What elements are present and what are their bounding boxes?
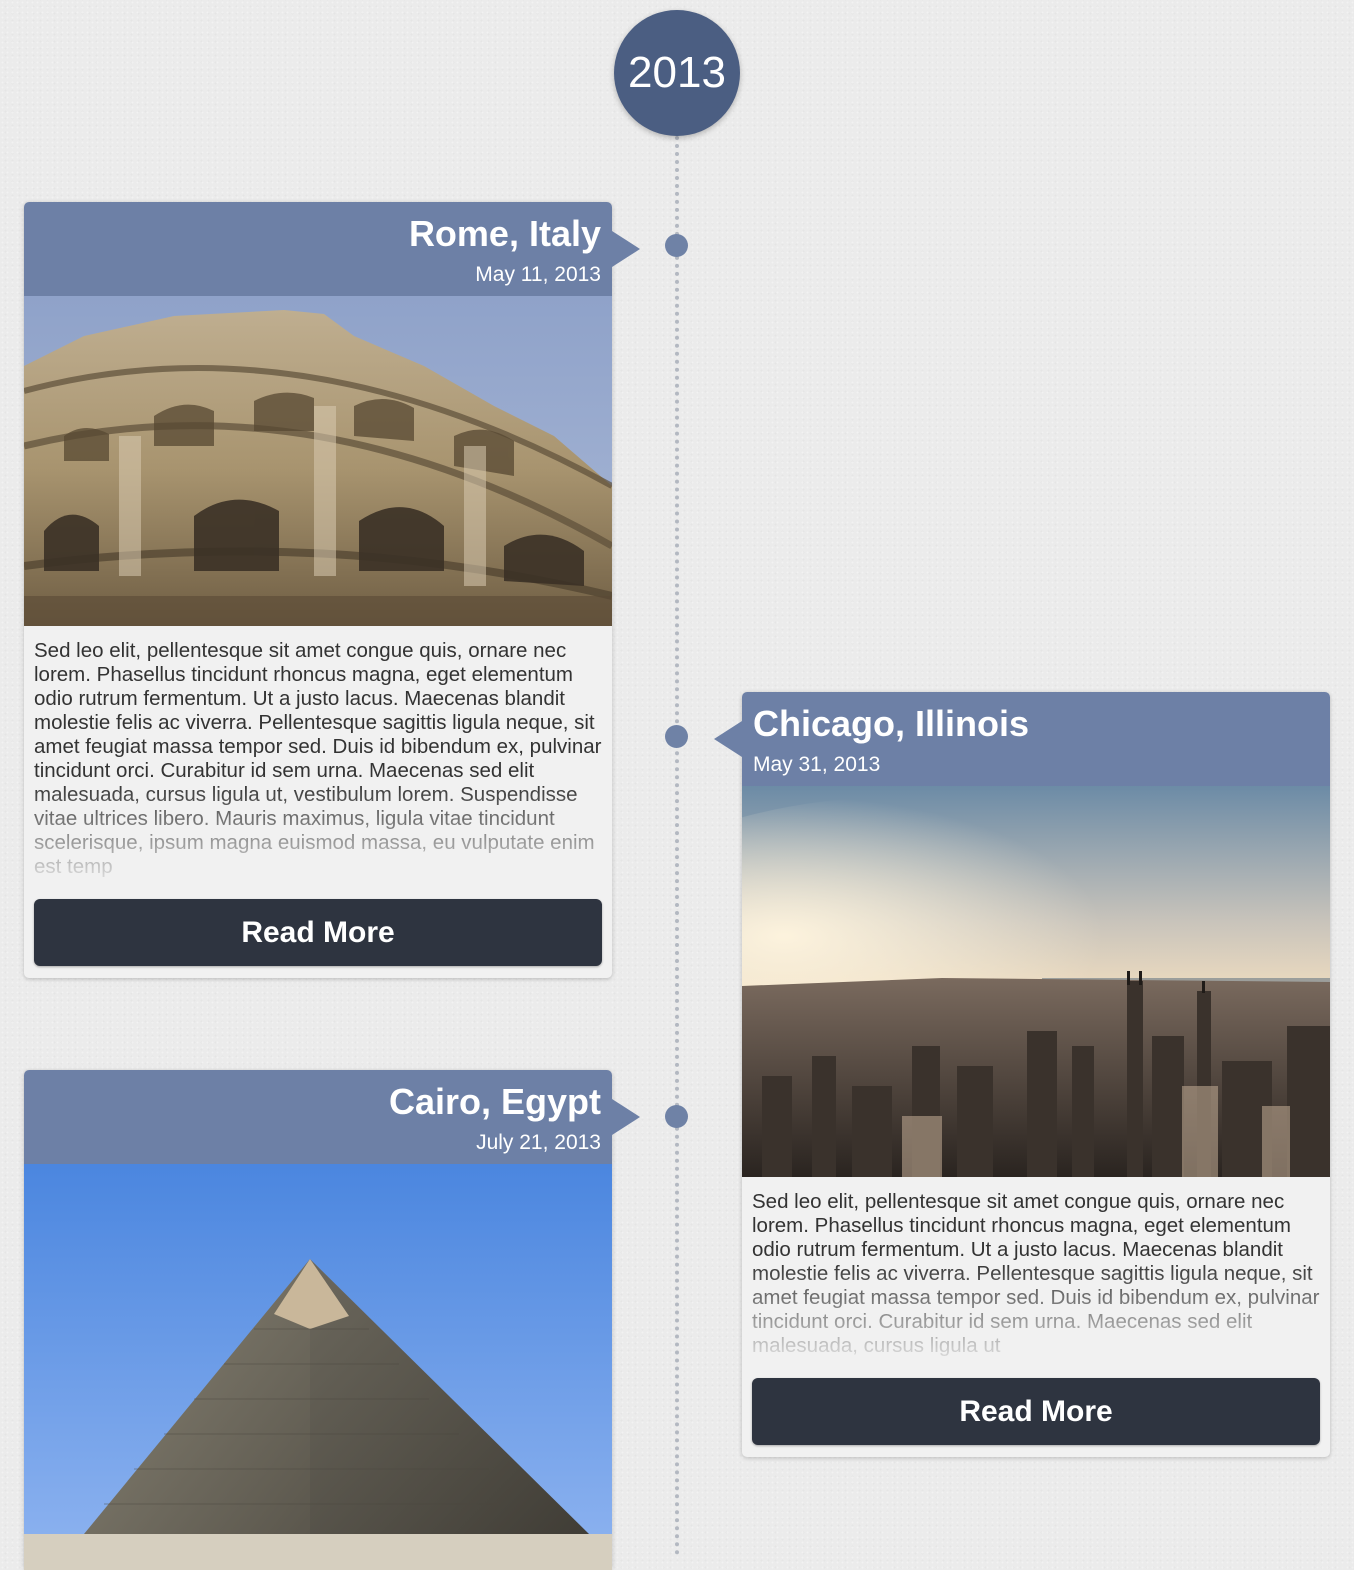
card-title: Cairo, Egypt [388, 1081, 601, 1122]
timeline-line [675, 136, 679, 1556]
year-label: 2013 [628, 48, 726, 97]
card-header: Rome, Italy May 11, 2013 [24, 202, 640, 296]
card-date: May 11, 2013 [475, 263, 601, 286]
card-pointer [714, 721, 742, 757]
timeline-card-chicago: Chicago, Illinois May 31, 2013 Sed leo e… [714, 692, 1330, 1457]
read-more-button[interactable]: Read More [34, 899, 602, 966]
pyramid-image [24, 1164, 612, 1570]
colosseum-image [24, 296, 612, 626]
timeline-node-chicago [665, 725, 688, 748]
card-title: Chicago, Illinois [753, 703, 1030, 744]
year-badge: 2013 [614, 10, 740, 136]
timeline-node-cairo [665, 1105, 688, 1128]
card-description: Sed leo elit, pellentesque sit amet cong… [752, 1190, 1320, 1358]
card-date: May 31, 2013 [753, 753, 881, 776]
card-pointer [612, 1099, 640, 1135]
card-title: Rome, Italy [408, 213, 601, 254]
chicago-skyline-image [742, 786, 1330, 1177]
read-more-button[interactable]: Read More [752, 1378, 1320, 1445]
card-date: July 21, 2013 [476, 1131, 601, 1154]
card-description: Sed leo elit, pellentesque sit amet cong… [34, 639, 602, 879]
card-header: Cairo, Egypt July 21, 2013 [24, 1070, 640, 1164]
card-header: Chicago, Illinois May 31, 2013 [714, 692, 1330, 786]
card-pointer [612, 231, 640, 267]
timeline-card-cairo: Cairo, Egypt July 21, 2013 [24, 1070, 640, 1570]
timeline-node-rome [665, 234, 688, 257]
timeline-card-rome: Rome, Italy May 11, 2013 Sed leo elit, p… [24, 202, 640, 978]
